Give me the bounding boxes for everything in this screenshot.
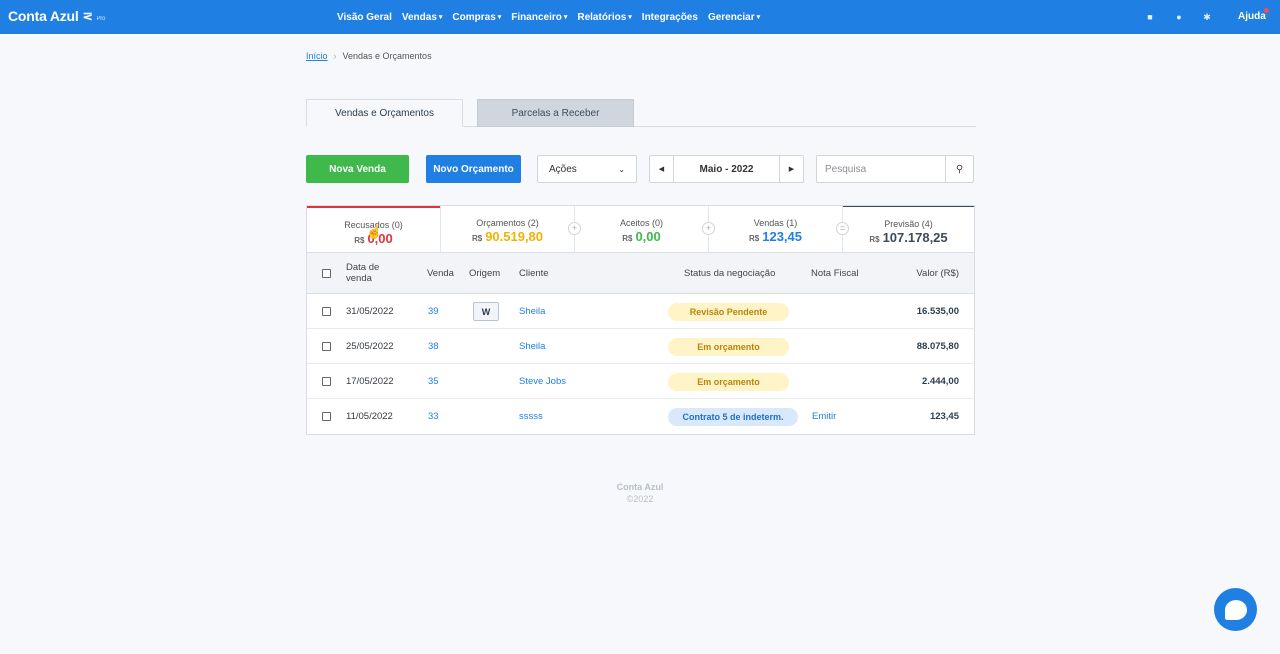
nav-vendas[interactable]: Vendas ▾ xyxy=(402,12,443,23)
col-status[interactable]: Status da negociação xyxy=(684,268,775,279)
footer: Conta Azul ©2022 xyxy=(590,481,690,505)
period-label: Maio - 2022 xyxy=(699,163,754,175)
footer-copyright: ©2022 xyxy=(626,494,654,504)
summary-previsao[interactable]: Previsão (4) R$ 107.178,25 xyxy=(843,206,974,252)
row-number-link[interactable]: 35 xyxy=(428,364,439,399)
row-value: 123,45 xyxy=(929,411,959,422)
table-header: Data de venda Venda Origem Cliente Statu… xyxy=(307,253,974,294)
col-origin: Origem xyxy=(469,268,501,279)
tab-vendas-orcamentos[interactable]: Vendas e Orçamentos xyxy=(306,99,463,127)
table-row[interactable]: 11/05/2022 33 sssss Contrato 5 de indete… xyxy=(307,399,974,434)
footer-brand: Conta Azul xyxy=(616,482,664,492)
select-all-checkbox[interactable] xyxy=(322,269,331,278)
col-date[interactable]: Data de venda xyxy=(346,262,396,284)
brand-name: Conta Azul xyxy=(8,8,79,24)
breadcrumb: Início › Vendas e Orçamentos xyxy=(306,51,432,61)
search-icon: ⚲ xyxy=(955,163,964,175)
nav-relatorios[interactable]: Relatórios ▾ xyxy=(577,12,631,23)
brand-mark-icon: ⋜ xyxy=(82,9,93,23)
row-date: 25/05/2022 xyxy=(346,341,394,352)
previous-period-button[interactable]: ◀ xyxy=(650,156,674,182)
main-nav: Visão Geral Vendas ▾ Compras ▾ Financeiro ▾… xyxy=(332,0,765,34)
col-invoice: Nota Fiscal xyxy=(811,268,859,279)
col-client[interactable]: Cliente xyxy=(519,268,549,279)
next-period-button[interactable]: ▶ xyxy=(779,156,803,182)
summary-bar: Recusados (0) R$ 0,00 Orçamentos (2) R$ 90… xyxy=(307,206,974,253)
emit-invoice-link[interactable]: Emitir xyxy=(812,399,836,434)
sales-card: Recusados (0) R$ 0,00 Orçamentos (2) R$ 90… xyxy=(306,205,975,435)
chevron-down-icon: ▾ xyxy=(563,14,568,21)
row-number-link[interactable]: 38 xyxy=(428,329,439,364)
tab-parcelas-receber[interactable]: Parcelas a Receber xyxy=(477,99,634,127)
row-client-link[interactable]: Sheila xyxy=(519,294,545,329)
row-checkbox[interactable] xyxy=(322,412,331,421)
nav-financeiro[interactable]: Financeiro ▾ xyxy=(511,12,567,23)
video-icon[interactable]: ■ xyxy=(1144,11,1156,23)
row-date: 11/05/2022 xyxy=(346,411,393,422)
row-client-link[interactable]: sssss xyxy=(519,399,543,434)
row-value: 16.535,00 xyxy=(916,306,959,317)
gear-icon[interactable]: ✱ xyxy=(1201,11,1213,23)
row-number-link[interactable]: 33 xyxy=(428,399,439,434)
table-row[interactable]: 31/05/2022 39 W Sheila Revisão Pendente … xyxy=(307,294,974,329)
summary-orcamentos[interactable]: Orçamentos (2) R$ 90.519,80 xyxy=(441,206,574,252)
status-badge: Revisão Pendente xyxy=(668,302,789,321)
origin-badge: W xyxy=(473,302,499,321)
new-sale-button[interactable]: Nova Venda xyxy=(306,155,409,183)
help-link[interactable]: Ajuda xyxy=(1238,11,1266,22)
row-client-link[interactable]: Sheila xyxy=(519,329,545,364)
summary-vendas[interactable]: Vendas (1) R$ 123,45 xyxy=(709,206,842,252)
brand-badge: Pro xyxy=(96,16,106,22)
row-date: 17/05/2022 xyxy=(346,376,394,387)
nav-integracoes[interactable]: Integrações xyxy=(642,12,698,23)
col-number[interactable]: Venda xyxy=(427,268,454,279)
brand-logo[interactable]: Conta Azul ⋜ Pro xyxy=(8,8,105,24)
row-number-link[interactable]: 39 xyxy=(428,294,439,329)
chevron-down-icon: ▾ xyxy=(497,14,502,21)
search-input[interactable] xyxy=(817,156,945,182)
new-quote-button[interactable]: Novo Orçamento xyxy=(426,155,521,183)
search-box: ⚲ xyxy=(816,155,974,183)
chevron-down-icon: ▾ xyxy=(756,14,761,21)
row-client-link[interactable]: Steve Jobs xyxy=(519,364,566,399)
actions-dropdown[interactable]: Ações ⌄ xyxy=(537,155,637,183)
nav-gerenciar[interactable]: Gerenciar ▾ xyxy=(708,12,760,23)
breadcrumb-home-link[interactable]: Início xyxy=(306,51,328,61)
chevron-down-icon: ▾ xyxy=(628,14,632,21)
row-checkbox[interactable] xyxy=(322,342,331,351)
hand-cursor-icon: ☝ xyxy=(366,224,383,239)
row-value: 2.444,00 xyxy=(922,376,959,387)
chat-button[interactable] xyxy=(1214,588,1257,631)
table-row[interactable]: 25/05/2022 38 Sheila Em orçamento 88.075… xyxy=(307,329,974,364)
nav-compras[interactable]: Compras ▾ xyxy=(452,12,501,23)
row-value: 88.075,80 xyxy=(916,341,959,352)
row-checkbox[interactable] xyxy=(322,377,331,386)
breadcrumb-separator: › xyxy=(333,51,337,61)
table-row[interactable]: 17/05/2022 35 Steve Jobs Em orçamento 2.… xyxy=(307,364,974,399)
nav-visao-geral[interactable]: Visão Geral xyxy=(337,12,392,23)
search-button[interactable]: ⚲ xyxy=(945,156,973,182)
notification-dot xyxy=(1264,8,1269,13)
user-icon[interactable]: ● xyxy=(1173,11,1185,23)
breadcrumb-current: Vendas e Orçamentos xyxy=(342,51,432,61)
col-value[interactable]: Valor (R$) xyxy=(916,268,959,279)
chevron-down-icon: ⌄ xyxy=(618,164,625,174)
page-tabs: Vendas e Orçamentos Parcelas a Receber xyxy=(306,99,976,127)
period-selector: ◀ Maio - 2022 ▶ xyxy=(649,155,804,183)
summary-aceitos[interactable]: Aceitos (0) R$ 0,00 xyxy=(575,206,708,252)
row-checkbox[interactable] xyxy=(322,307,331,316)
top-navbar: Conta Azul ⋜ Pro Visão Geral Vendas ▾ Com… xyxy=(0,0,1280,34)
row-date: 31/05/2022 xyxy=(346,306,394,317)
chat-bubble-icon xyxy=(1224,599,1247,620)
status-badge: Em orçamento xyxy=(668,337,789,356)
status-badge: Em orçamento xyxy=(668,372,789,391)
chevron-down-icon: ▾ xyxy=(438,14,443,21)
status-badge: Contrato 5 de indeterm. xyxy=(668,407,798,426)
actions-label: Ações xyxy=(549,163,577,175)
